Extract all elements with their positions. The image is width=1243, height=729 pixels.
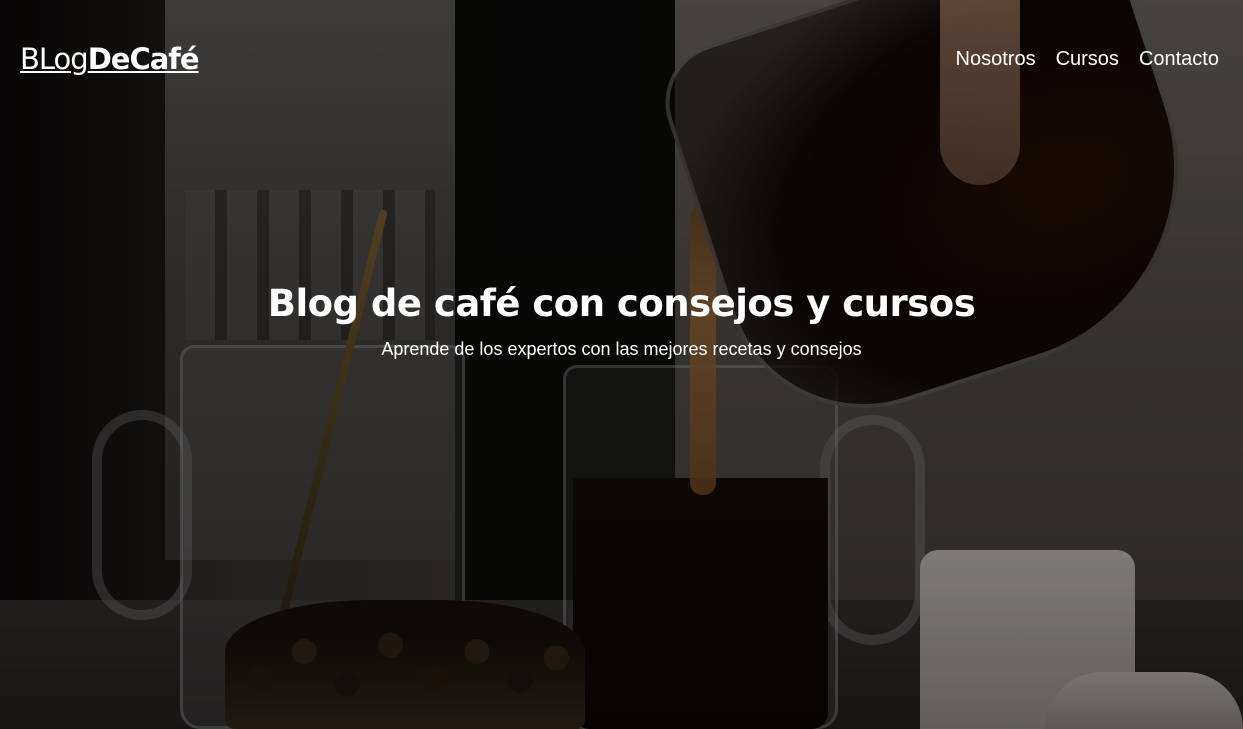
- logo-part-light: BLog: [20, 42, 89, 76]
- hero-text-block: Blog de café con consejos y cursos Apren…: [0, 282, 1243, 360]
- site-logo[interactable]: BLogDeCafé: [20, 42, 200, 76]
- site-header: BLogDeCafé Nosotros Cursos Contacto: [0, 0, 1243, 120]
- hero-section: BLogDeCafé Nosotros Cursos Contacto Blog…: [0, 0, 1243, 729]
- nav-link-cursos[interactable]: Cursos: [1056, 48, 1119, 71]
- nav-link-nosotros[interactable]: Nosotros: [956, 48, 1036, 71]
- logo-part-bold: DeCafé: [87, 42, 200, 76]
- main-nav: Nosotros Cursos Contacto: [956, 48, 1219, 71]
- nav-link-contacto[interactable]: Contacto: [1139, 48, 1219, 71]
- hero-subtitle: Aprende de los expertos con las mejores …: [381, 339, 862, 359]
- hero-title: Blog de café con consejos y cursos: [267, 282, 976, 325]
